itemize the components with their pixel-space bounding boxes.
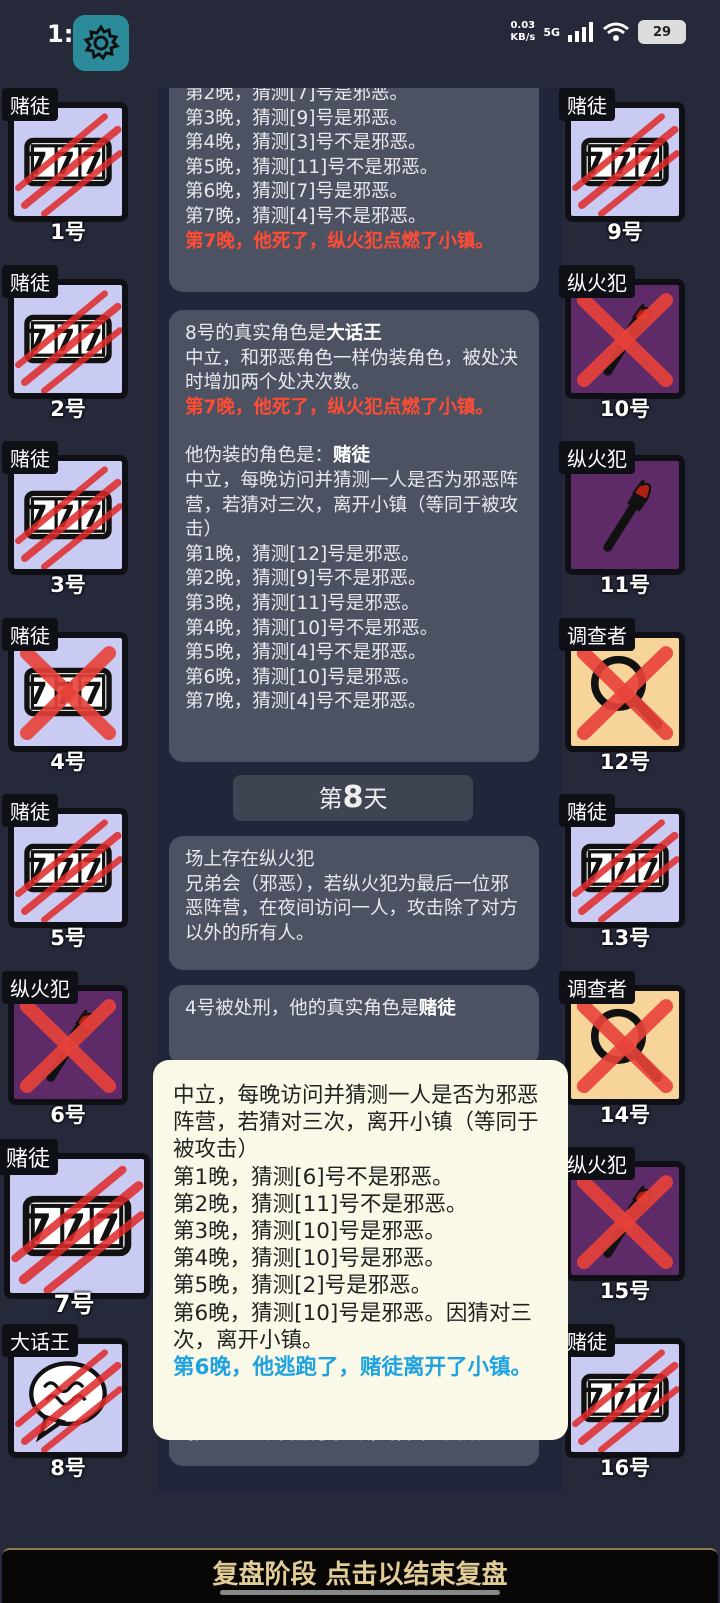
log-card-gambler: 第2晚，猜测[7]号是邪恶。 第3晚，猜测[9]号是邪恶。 第4晚，猜测[3]号… [169, 88, 539, 292]
player-number: 8号 [50, 1456, 86, 1480]
wifi-icon [603, 22, 629, 41]
player-number: 14号 [599, 1103, 651, 1127]
player-role-label: 赌徒 [2, 794, 58, 827]
cross-mark-icon [19, 999, 117, 1094]
player-number: 6号 [50, 1103, 86, 1127]
player-number: 5号 [50, 926, 86, 950]
player-role-label: 大话王 [2, 1324, 78, 1357]
log-card-execution: 4号被处刑，他的真实角色是赌徒 [169, 985, 539, 1065]
player-card[interactable]: 纵火犯 6号 [2, 971, 136, 1127]
player-role-label: 赌徒 [2, 618, 58, 651]
claw-mark-icon [15, 819, 122, 922]
player-card[interactable]: 纵火犯 10号 [559, 265, 693, 421]
death-text: 第7晚，他死了，纵火犯点燃了小镇。 [185, 230, 494, 252]
log-card-arsonist-info: 场上存在纵火犯 兄弟会（邪恶），若纵火犯为最后一位邪恶阵营，在夜间访问一人，攻击… [169, 836, 539, 970]
player-number: 7号 [53, 1290, 95, 1318]
player-role-label: 赌徒 [559, 88, 615, 121]
player-number: 10号 [599, 397, 651, 421]
player-number: 4号 [50, 750, 86, 774]
player-card[interactable]: 纵火犯 11号 [559, 441, 693, 597]
status-icons: 0.03 KB/s 5G 29 [510, 20, 686, 44]
player-role-label: 调查者 [559, 971, 635, 1004]
player-card[interactable]: 777 赌徒 1号 [2, 88, 136, 244]
player-card[interactable]: 调查者 12号 [559, 618, 693, 774]
claw-mark-icon [11, 1165, 144, 1293]
player-role-label: 纵火犯 [2, 971, 78, 1004]
cross-mark-icon [576, 999, 674, 1094]
claw-mark-icon [572, 113, 679, 216]
player-number: 15号 [599, 1279, 651, 1303]
signal-icon [568, 22, 593, 42]
torch-icon [603, 479, 652, 552]
log-card-liar: 8号的真实角色是大话王 中立，和邪恶角色一样伪装角色，被处决时增加两个处决次数。… [169, 310, 539, 762]
battery-icon: 29 [638, 20, 686, 44]
status-bar: 1:07 0.03 KB/s 5G 29 [0, 0, 720, 74]
cross-mark-icon [576, 293, 674, 388]
cross-mark-icon [576, 646, 674, 741]
player-number: 2号 [50, 397, 86, 421]
claw-mark-icon [15, 113, 122, 216]
player-role-label: 赌徒 [2, 441, 58, 474]
claw-mark-icon [572, 1349, 679, 1452]
day-header: 第8天 [233, 775, 473, 821]
network-type: 5G [543, 25, 560, 39]
player-role-label: 赌徒 [559, 794, 615, 827]
claw-mark-icon [572, 819, 679, 922]
player-role-label: 赌徒 [2, 88, 58, 121]
player-number: 16号 [599, 1456, 651, 1480]
player-number: 9号 [607, 220, 643, 244]
cross-mark-icon [19, 646, 117, 741]
player-card[interactable]: 大话王 8号 [2, 1324, 136, 1480]
claw-mark-icon [15, 1349, 122, 1452]
player-card[interactable]: 777 赌徒 16号 [559, 1324, 693, 1480]
player-number: 11号 [599, 573, 651, 597]
player-card[interactable]: 777 赌徒 9号 [559, 88, 693, 244]
player-card[interactable]: 777 赌徒 7号 [0, 1139, 156, 1318]
player-card[interactable]: 调查者 14号 [559, 971, 693, 1127]
role-detail-popup[interactable]: 中立，每晚访问并猜测一人是否为邪恶阵营，若猜对三次，离开小镇（等同于被攻击） 第… [153, 1060, 568, 1440]
player-card[interactable]: 纵火犯 15号 [559, 1147, 693, 1303]
home-indicator[interactable] [220, 1590, 500, 1595]
cross-mark-icon [576, 1175, 674, 1270]
player-card[interactable]: 777 赌徒 5号 [2, 794, 136, 950]
claw-mark-icon [15, 290, 122, 393]
player-card[interactable]: 777赌徒4号 [2, 618, 136, 774]
player-role-label: 赌徒 [2, 265, 58, 298]
player-role-label: 纵火犯 [559, 1147, 635, 1180]
player-card[interactable]: 777 赌徒 2号 [2, 265, 136, 421]
player-role-label: 调查者 [559, 618, 635, 651]
player-card[interactable]: 777 赌徒 13号 [559, 794, 693, 950]
net-speed: 0.03 KB/s [510, 20, 536, 43]
claw-mark-icon [15, 466, 122, 569]
player-role-label: 纵火犯 [559, 441, 635, 474]
player-number: 3号 [50, 573, 86, 597]
player-role-label: 纵火犯 [559, 265, 635, 298]
escape-text: 第6晚，他逃跑了，赌徒离开了小镇。 [173, 1355, 532, 1381]
player-card[interactable]: 777 赌徒 3号 [2, 441, 136, 597]
player-number: 1号 [50, 220, 86, 244]
player-number: 13号 [599, 926, 651, 950]
death-text: 第7晚，他死了，纵火犯点燃了小镇。 [185, 396, 494, 418]
player-role-label: 赌徒 [0, 1139, 59, 1175]
player-number: 12号 [599, 750, 651, 774]
gear-icon[interactable] [73, 15, 129, 71]
